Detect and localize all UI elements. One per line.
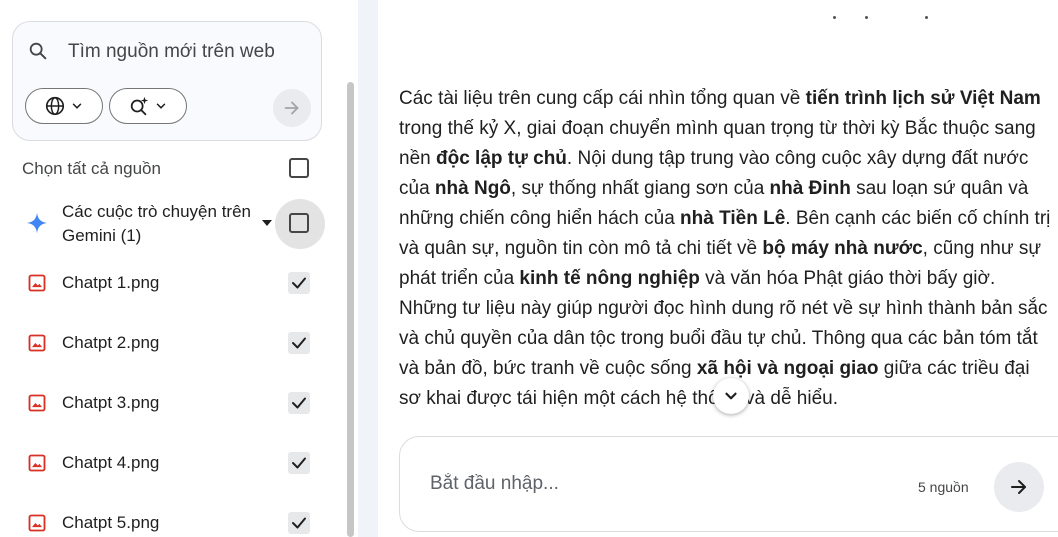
image-file-icon <box>27 453 47 478</box>
source-count: 5 nguồn <box>918 479 969 495</box>
summary-bold-segment: bộ máy nhà nước <box>762 238 923 259</box>
checkmark-icon <box>292 337 306 349</box>
checkmark-icon <box>292 397 306 409</box>
image-file-icon <box>27 333 47 358</box>
source-checkbox[interactable] <box>288 332 310 354</box>
search-row <box>13 22 321 82</box>
image-file-icon <box>27 273 47 298</box>
source-checkbox[interactable] <box>288 452 310 474</box>
summary-bold-segment: độc lập tự chủ <box>435 148 567 169</box>
summary-bold-segment: tiến trình lịch sử Việt Nam <box>805 88 1041 109</box>
arrow-right-icon <box>1011 480 1026 494</box>
source-checkbox[interactable] <box>288 272 310 294</box>
source-summary-text: Các tài liệu trên cung cấp cái nhìn tổng… <box>399 84 1051 414</box>
source-item[interactable]: Chatpt 4.png <box>0 433 340 493</box>
arrow-right-icon <box>284 101 299 115</box>
source-item[interactable]: Chatpt 2.png <box>0 313 340 373</box>
select-all-row[interactable]: Chọn tất cả nguồn <box>0 150 330 186</box>
source-label: Chatpt 4.png <box>62 453 160 472</box>
summary-bold-segment: nhà Tiền Lê <box>680 208 786 229</box>
summary-bold-segment: nhà Đinh <box>769 178 851 199</box>
research-mode-dropdown[interactable] <box>109 88 187 124</box>
summary-bold-segment: xã hội và ngoại giao <box>696 358 879 379</box>
panel-divider <box>358 0 378 537</box>
source-item[interactable]: Chatpt 1.png <box>0 253 340 313</box>
source-label: Chatpt 2.png <box>62 333 160 352</box>
search-submit-button[interactable] <box>273 89 311 127</box>
source-label: Chatpt 3.png <box>62 393 160 412</box>
send-button[interactable] <box>994 462 1044 512</box>
checkmark-icon <box>292 277 306 289</box>
checkmark-icon <box>292 457 306 469</box>
source-search-card <box>12 21 322 141</box>
gemini-spark-icon <box>26 212 48 239</box>
summary-segment: Các tài liệu trên cung cấp cái nhìn tổng… <box>399 88 806 109</box>
source-item[interactable]: Chatpt 3.png <box>0 373 340 433</box>
image-file-icon <box>27 513 47 537</box>
web-source-dropdown[interactable] <box>25 88 103 124</box>
chevron-down-icon <box>156 103 166 109</box>
summary-bold-segment: kinh tế nông nghiệp <box>519 268 700 289</box>
summary-bold-segment: nhà Ngô <box>434 178 511 199</box>
search-icon <box>27 40 49 62</box>
source-item[interactable]: Chatpt 5.png <box>0 493 340 537</box>
clipped-text-remnant <box>833 16 953 20</box>
source-label: Chatpt 5.png <box>62 513 160 532</box>
globe-icon <box>45 96 65 116</box>
scroll-down-button[interactable] <box>713 378 749 414</box>
source-search-input[interactable] <box>68 41 308 63</box>
checkmark-icon <box>292 517 306 529</box>
gemini-conversations-checkbox[interactable] <box>289 213 309 233</box>
image-file-icon <box>27 393 47 418</box>
sources-scrollbar-thumb[interactable] <box>347 82 354 537</box>
source-checkbox[interactable] <box>288 392 310 414</box>
expand-caret-icon[interactable] <box>262 220 272 226</box>
chat-input-box: 5 nguồn <box>399 436 1058 532</box>
chevron-down-icon <box>72 103 82 109</box>
chat-input[interactable] <box>430 473 850 495</box>
source-checkbox[interactable] <box>288 512 310 534</box>
select-all-label: Chọn tất cả nguồn <box>22 159 161 178</box>
chevron-down-icon <box>725 392 737 400</box>
gemini-conversations-row[interactable]: Các cuộc trò chuyện trên Gemini (1) <box>0 196 340 252</box>
summary-segment: , sự thống nhất giang sơn của <box>510 178 770 199</box>
gemini-conversations-label: Các cuộc trò chuyện trên Gemini (1) <box>62 202 251 245</box>
sparkle-search-icon <box>130 96 149 116</box>
sources-panel: Chọn tất cả nguồn Các cuộc trò chuyện tr… <box>0 0 358 537</box>
source-label: Chatpt 1.png <box>62 273 160 292</box>
chat-panel: Các tài liệu trên cung cấp cái nhìn tổng… <box>378 0 1058 537</box>
select-all-checkbox[interactable] <box>289 158 309 178</box>
